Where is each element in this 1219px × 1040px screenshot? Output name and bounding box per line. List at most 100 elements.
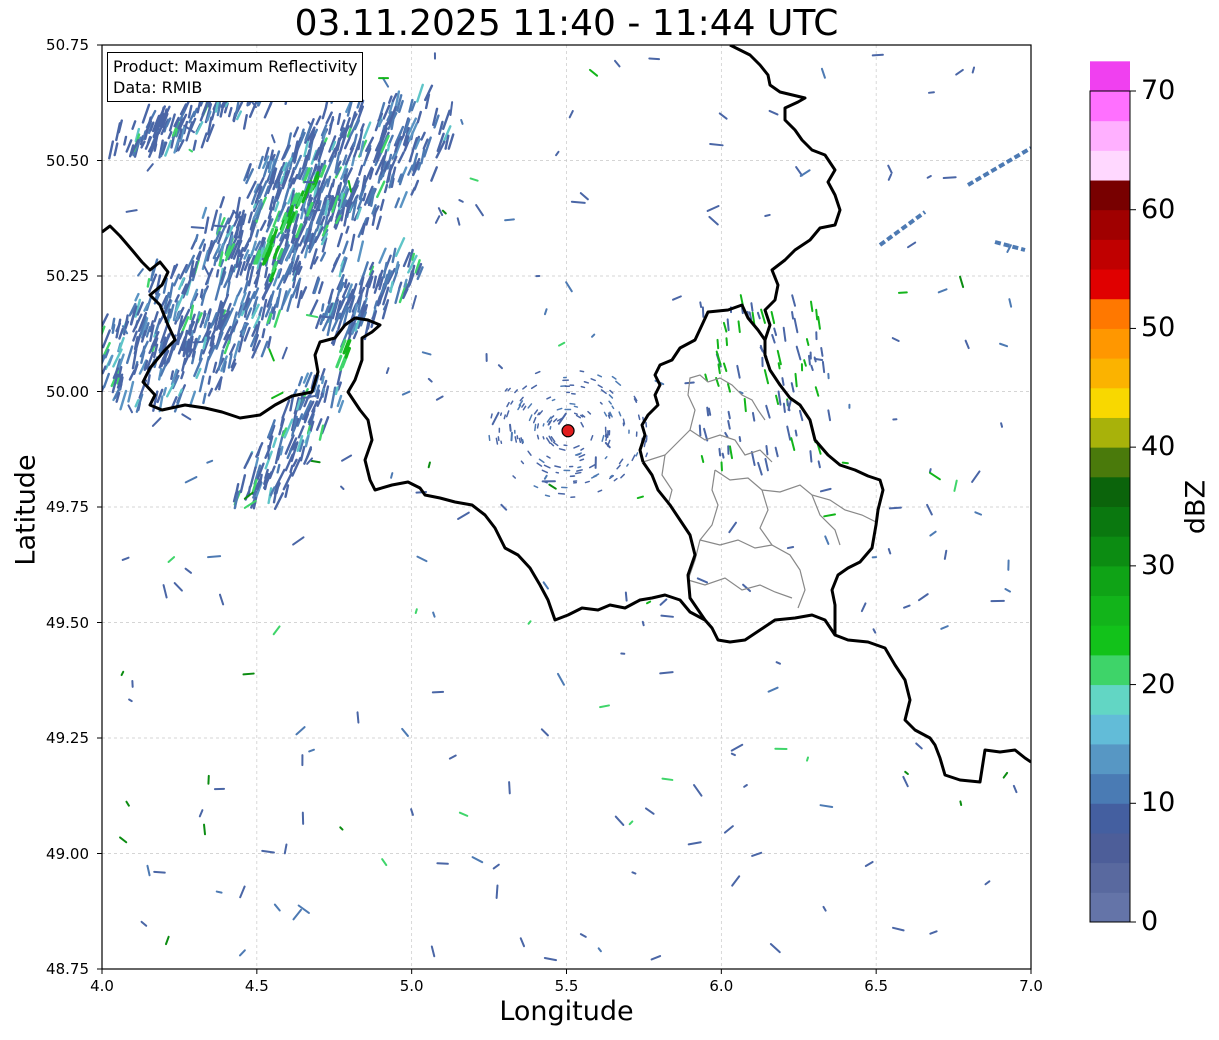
colorbar-tick-label: 20 bbox=[1141, 668, 1176, 700]
precip-streak bbox=[510, 400, 514, 405]
precip-streak bbox=[518, 437, 522, 444]
y-axis-label: Latitude bbox=[10, 454, 42, 566]
colorbar-segment bbox=[1090, 892, 1130, 923]
precip-streak bbox=[618, 458, 624, 465]
precip-streak bbox=[751, 411, 756, 422]
colorbar-segment bbox=[1090, 595, 1130, 626]
precip-streak bbox=[321, 375, 325, 385]
colorbar-segment bbox=[1090, 625, 1130, 656]
precip-streak bbox=[644, 807, 655, 815]
precip-streak bbox=[590, 378, 596, 382]
precip-streak bbox=[786, 425, 792, 441]
precip-streak bbox=[133, 363, 139, 375]
colorbar-segment bbox=[1090, 328, 1130, 359]
precip-streak bbox=[488, 434, 491, 442]
precip-streak bbox=[460, 118, 464, 125]
precip-streak bbox=[379, 198, 385, 211]
precip-streak bbox=[263, 185, 270, 198]
precip-streak bbox=[119, 836, 128, 844]
precip-streak bbox=[631, 871, 637, 875]
precip-streak bbox=[687, 841, 702, 846]
precip-streak bbox=[554, 465, 561, 468]
precip-streak bbox=[636, 495, 644, 500]
precip-streak bbox=[722, 362, 728, 373]
precip-streak bbox=[777, 362, 781, 370]
precip-streak bbox=[181, 413, 192, 421]
precip-streak bbox=[580, 447, 585, 451]
precip-streak bbox=[296, 290, 303, 309]
precip-streak bbox=[803, 359, 807, 367]
precip-streak bbox=[891, 337, 900, 342]
precip-streak bbox=[578, 453, 586, 458]
precip-streak bbox=[495, 884, 499, 899]
precip-streak bbox=[341, 454, 353, 462]
precip-streak bbox=[717, 363, 721, 375]
precip-streak bbox=[771, 333, 776, 344]
precip-streak bbox=[928, 468, 932, 474]
precip-streak bbox=[553, 418, 558, 423]
precip-streak bbox=[303, 207, 307, 215]
precip-streak bbox=[565, 281, 573, 293]
precip-streak bbox=[289, 464, 294, 474]
precip-streak bbox=[416, 83, 424, 103]
precip-streak bbox=[233, 294, 239, 307]
precip-streak bbox=[576, 469, 583, 472]
y-tick-label: 49.25 bbox=[46, 729, 89, 747]
precip-streak bbox=[601, 434, 605, 442]
precip-streak bbox=[271, 391, 284, 400]
precip-streak bbox=[769, 943, 781, 954]
precip-streak bbox=[315, 115, 322, 126]
precip-streak bbox=[362, 121, 372, 140]
precip-streak bbox=[929, 530, 937, 537]
precip-streak bbox=[214, 279, 222, 301]
precip-streak bbox=[527, 403, 533, 409]
precip-streak bbox=[315, 418, 323, 431]
precip-streak bbox=[817, 460, 821, 469]
precip-streak bbox=[709, 143, 724, 147]
precip-streak bbox=[199, 288, 204, 299]
precip-streak bbox=[575, 414, 582, 419]
precip-streak bbox=[904, 770, 909, 776]
precip-streak bbox=[239, 885, 246, 899]
precip-streak bbox=[616, 464, 621, 470]
precip-streak bbox=[80, 359, 85, 377]
precip-streak bbox=[153, 311, 159, 323]
precip-streak bbox=[1012, 784, 1018, 794]
precip-streak bbox=[264, 266, 269, 279]
precip-streak bbox=[504, 388, 508, 392]
precip-streak bbox=[574, 471, 582, 475]
precip-streak bbox=[558, 448, 566, 451]
precip-streak bbox=[728, 445, 734, 460]
precip-streak bbox=[343, 278, 348, 289]
precip-streak bbox=[727, 383, 732, 393]
precip-streak bbox=[631, 454, 636, 462]
precip-streak bbox=[533, 409, 539, 415]
precip-streak bbox=[243, 452, 253, 470]
precip-streak bbox=[227, 210, 235, 225]
precip-streak bbox=[146, 374, 151, 386]
precip-streak bbox=[793, 317, 799, 334]
x-tick-label: 6.5 bbox=[864, 977, 889, 995]
precip-streak bbox=[427, 461, 431, 469]
precip-streak bbox=[765, 404, 771, 419]
precip-streak bbox=[522, 405, 527, 411]
precip-streak bbox=[167, 556, 176, 563]
precip-streak bbox=[583, 380, 590, 384]
precip-streak bbox=[730, 743, 744, 752]
precip-streak bbox=[258, 306, 263, 316]
precip-streak bbox=[164, 935, 170, 946]
precip-streak bbox=[618, 411, 622, 417]
colorbar-segment bbox=[1090, 476, 1130, 507]
precip-streak bbox=[791, 294, 797, 307]
precip-streak bbox=[519, 396, 524, 402]
precip-streak bbox=[437, 207, 444, 217]
precip-streak bbox=[311, 209, 321, 213]
precip-streak bbox=[756, 311, 761, 320]
precip-streak bbox=[696, 577, 709, 584]
precip-streak bbox=[359, 140, 365, 158]
product-label: Product: Maximum Reflectivity bbox=[113, 57, 358, 76]
precip-streak bbox=[267, 335, 272, 349]
precip-streak bbox=[815, 308, 819, 321]
colorbar-segment bbox=[1090, 91, 1130, 122]
colorbar-segment bbox=[1090, 536, 1130, 567]
